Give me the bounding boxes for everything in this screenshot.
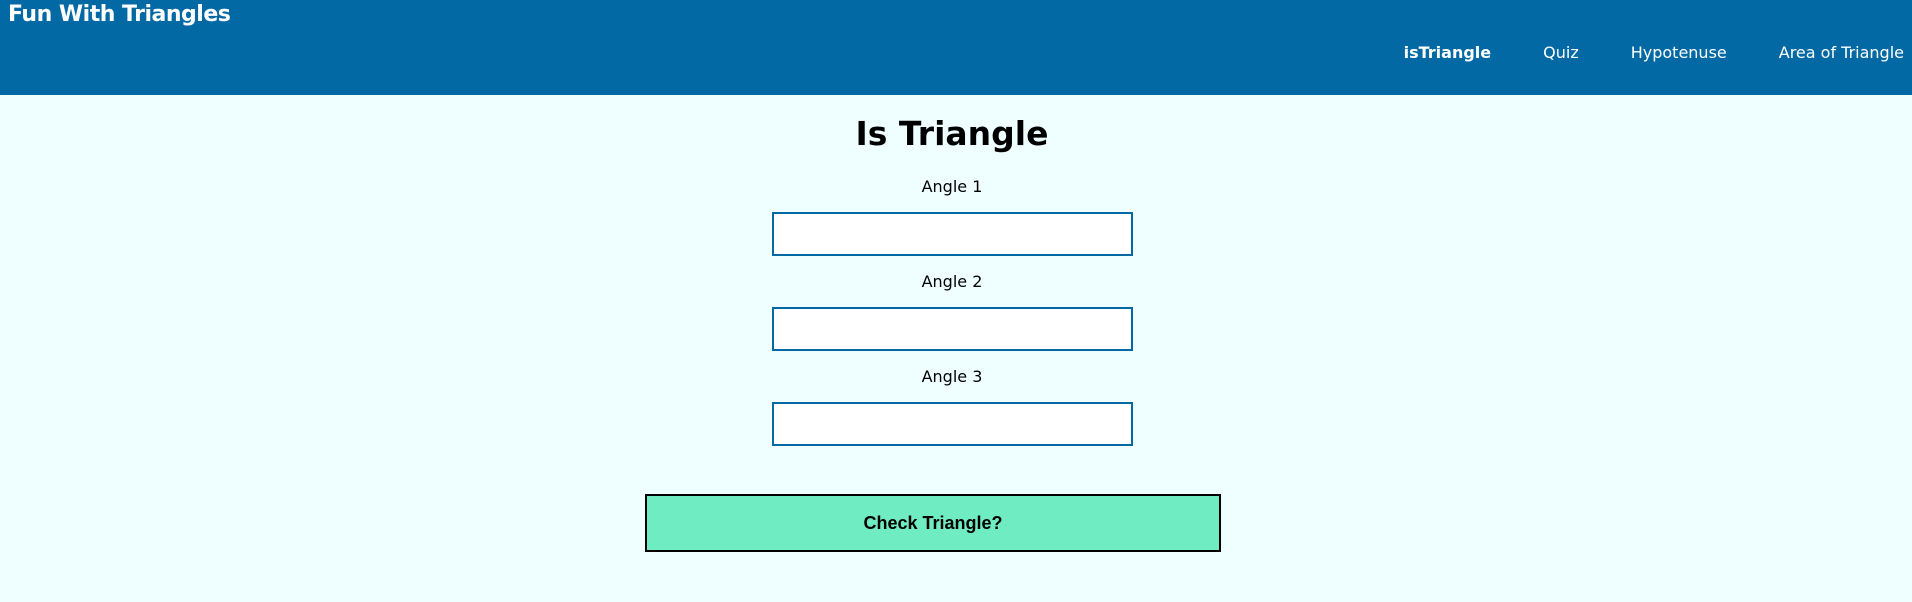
angle-3-label: Angle 3 (921, 367, 983, 386)
nav-link-hypotenuse[interactable]: Hypotenuse (1631, 40, 1727, 66)
angle-1-input[interactable] (772, 212, 1133, 256)
site-title: Fun With Triangles (8, 2, 231, 27)
nav-link-area-of-triangle[interactable]: Area of Triangle (1779, 40, 1904, 66)
nav-link-quiz[interactable]: Quiz (1543, 40, 1579, 66)
angle-1-label: Angle 1 (921, 177, 983, 196)
angle-2-input[interactable] (772, 307, 1133, 351)
main-nav: isTriangle Quiz Hypotenuse Area of Trian… (1404, 40, 1904, 66)
main-content: Is Triangle Angle 1 Angle 2 Angle 3 Chec… (0, 95, 1912, 602)
page-title: Is Triangle (855, 114, 1049, 153)
app-header: Fun With Triangles isTriangle Quiz Hypot… (0, 0, 1912, 95)
angle-2-label: Angle 2 (921, 272, 983, 291)
angle-3-input[interactable] (772, 402, 1133, 446)
check-triangle-button[interactable]: Check Triangle? (645, 494, 1221, 552)
nav-link-istriangle[interactable]: isTriangle (1404, 40, 1492, 66)
